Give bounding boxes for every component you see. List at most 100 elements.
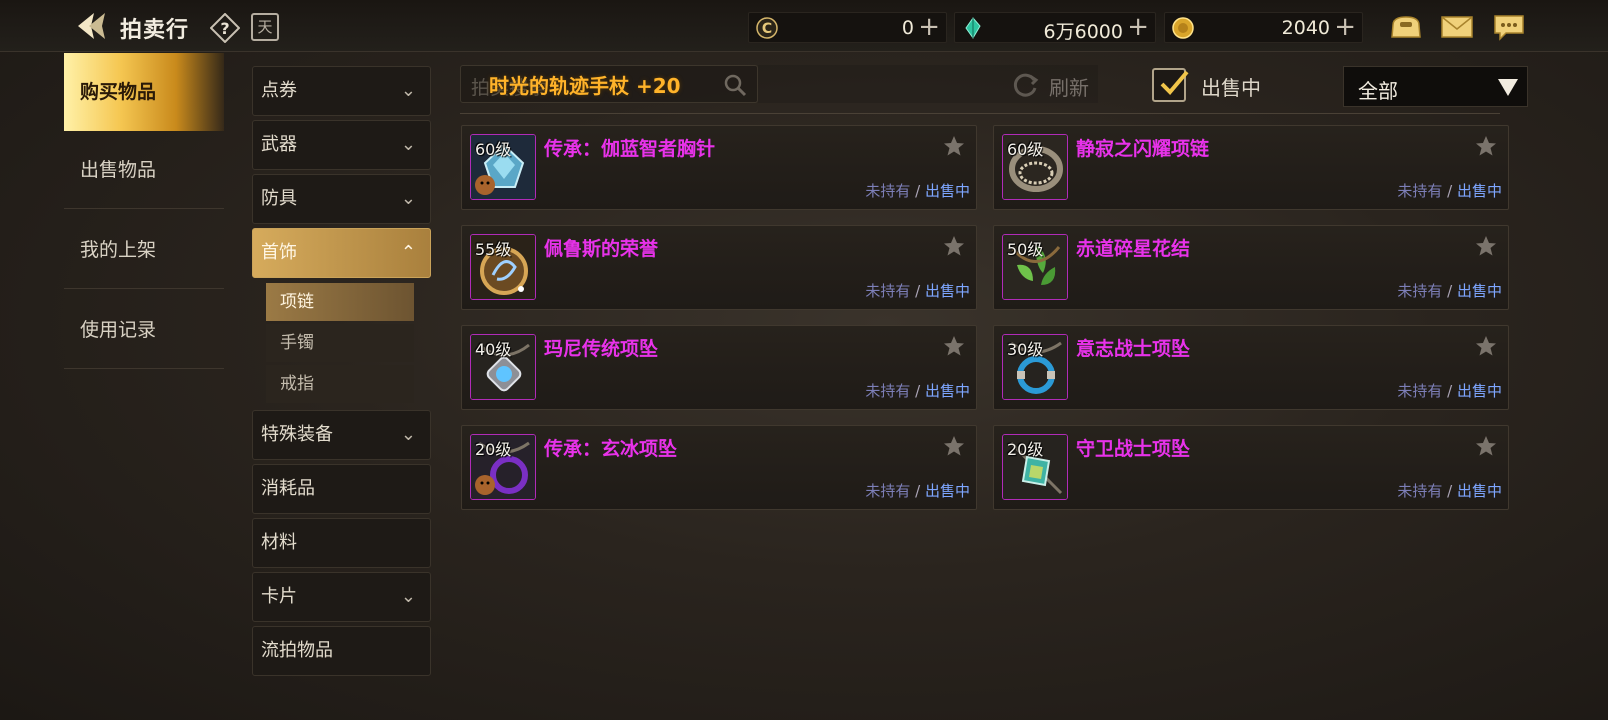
status-separator: /	[1447, 382, 1453, 400]
add-currency-button[interactable]: +	[1334, 13, 1356, 42]
item-name: 守卫战士项坠	[1076, 438, 1191, 460]
item-icon: 20级	[1002, 434, 1068, 500]
status-owned: 未持有	[865, 282, 911, 300]
item-card[interactable]: 20级 传承：玄冰项坠 未持有 / 出售中	[461, 425, 977, 510]
subcategory-ring[interactable]: 戒指	[266, 365, 414, 403]
back-arrow-icon[interactable]	[72, 8, 108, 44]
category-armor[interactable]: 防具 ⌄	[252, 174, 431, 224]
item-level: 60级	[475, 140, 512, 159]
search-value: 时光的轨迹手杖 +20	[489, 74, 681, 98]
tab-sell-items[interactable]: 出售物品	[64, 131, 224, 209]
refresh-button[interactable]: 刷新	[1049, 72, 1089, 101]
category-label: 防具	[261, 188, 297, 209]
refresh-icon[interactable]	[1010, 70, 1040, 100]
filter-dropdown[interactable]: 全部	[1343, 66, 1528, 107]
item-name: 静寂之闪耀项链	[1076, 138, 1210, 160]
item-card[interactable]: 40级 玛尼传统项坠 未持有 / 出售中	[461, 325, 977, 410]
subcategory-necklace[interactable]: 项链	[266, 283, 414, 321]
category-materials[interactable]: 材料	[252, 518, 431, 568]
status-selling: 出售中	[1456, 482, 1502, 500]
status-selling: 出售中	[924, 382, 970, 400]
item-name: 玛尼传统项坠	[544, 338, 659, 360]
favorite-star-icon[interactable]	[1474, 234, 1498, 258]
status-selling: 出售中	[924, 182, 970, 200]
add-currency-button[interactable]: +	[918, 13, 940, 42]
status-owned: 未持有	[1397, 282, 1443, 300]
item-card[interactable]: 60级 传承：伽蓝智者胸针 未持有 / 出售中	[461, 125, 977, 210]
category-cards[interactable]: 卡片 ⌄	[252, 572, 431, 622]
item-status: 未持有 / 出售中	[865, 280, 970, 301]
page-title: 拍卖行	[120, 18, 190, 43]
status-selling: 出售中	[1456, 182, 1502, 200]
item-level: 20级	[475, 440, 512, 459]
tab-usage-history[interactable]: 使用记录	[64, 291, 224, 369]
item-card[interactable]: 50级 赤道碎星花结 未持有 / 出售中	[993, 225, 1509, 310]
status-owned: 未持有	[1397, 182, 1443, 200]
favorite-star-icon[interactable]	[942, 234, 966, 258]
category-weapons[interactable]: 武器 ⌄	[252, 120, 431, 170]
item-name: 传承：伽蓝智者胸针	[544, 138, 716, 160]
currency-crystal: 6万6000 +	[954, 12, 1156, 43]
category-consumables[interactable]: 消耗品	[252, 464, 431, 514]
currency-value: 2040	[1281, 17, 1330, 39]
add-currency-button[interactable]: +	[1127, 13, 1149, 42]
tab-buy-items[interactable]: 购买物品	[64, 53, 224, 131]
favorite-star-icon[interactable]	[1474, 434, 1498, 458]
category-label: 武器	[261, 134, 297, 155]
status-separator: /	[1447, 482, 1453, 500]
item-icon: 60级	[1002, 134, 1068, 200]
divider	[460, 113, 1500, 114]
favorite-star-icon[interactable]	[942, 134, 966, 158]
on-sale-label: 出售中	[1201, 76, 1261, 100]
status-selling: 出售中	[924, 482, 970, 500]
chat-icon[interactable]	[1492, 13, 1526, 41]
category-label: 特殊装备	[261, 424, 333, 445]
help-icon[interactable]: ?	[209, 12, 241, 44]
favorite-star-icon[interactable]	[942, 334, 966, 358]
category-vouchers[interactable]: 点券 ⌄	[252, 66, 431, 116]
on-sale-checkbox[interactable]	[1152, 68, 1189, 102]
item-status: 未持有 / 出售中	[865, 180, 970, 201]
category-special-equipment[interactable]: 特殊装备 ⌄	[252, 410, 431, 460]
crystal-icon	[961, 16, 985, 40]
item-icon: 60级	[470, 134, 536, 200]
tab-my-listings[interactable]: 我的上架	[64, 211, 224, 289]
favorite-star-icon[interactable]	[1474, 134, 1498, 158]
calendar-icon[interactable]: 天	[251, 13, 279, 41]
subcategory-bracelet[interactable]: 手镯	[266, 324, 414, 362]
status-selling: 出售中	[924, 282, 970, 300]
item-name: 意志战士项坠	[1076, 338, 1191, 360]
item-card[interactable]: 30级 意志战士项坠 未持有 / 出售中	[993, 325, 1509, 410]
favorite-star-icon[interactable]	[1474, 334, 1498, 358]
triangle-down-icon	[1497, 76, 1519, 98]
item-card[interactable]: 60级 静寂之闪耀项链 未持有 / 出售中	[993, 125, 1509, 210]
category-unsold-items[interactable]: 流拍物品	[252, 626, 431, 676]
favorite-star-icon[interactable]	[942, 434, 966, 458]
search-icon[interactable]	[723, 73, 747, 97]
search-bar-background	[758, 65, 1098, 103]
category-label: 消耗品	[261, 478, 315, 499]
category-label: 流拍物品	[261, 640, 333, 661]
category-label: 首饰	[261, 242, 297, 263]
currency-gold: 2040 +	[1164, 12, 1363, 43]
category-label: 卡片	[261, 586, 297, 607]
mail-icon[interactable]	[1440, 13, 1474, 41]
top-bar: 拍卖行 ? 天 C 0 + 6万6000 + 2040 +	[0, 0, 1608, 52]
status-selling: 出售中	[1456, 382, 1502, 400]
item-icon: 20级	[470, 434, 536, 500]
search-input[interactable]: 拍卖搜索 时光的轨迹手杖 +20	[460, 65, 758, 103]
status-owned: 未持有	[1397, 482, 1443, 500]
item-card[interactable]: 20级 守卫战士项坠 未持有 / 出售中	[993, 425, 1509, 510]
c-coin-icon: C	[755, 16, 779, 40]
item-level: 55级	[475, 240, 512, 259]
category-accessories[interactable]: 首饰 ⌃	[252, 228, 431, 278]
item-status: 未持有 / 出售中	[1397, 480, 1502, 501]
bag-icon[interactable]	[1389, 13, 1423, 41]
status-owned: 未持有	[865, 182, 911, 200]
item-level: 60级	[1007, 140, 1044, 159]
currency-points: C 0 +	[748, 12, 947, 43]
item-card[interactable]: 55级 佩鲁斯的荣誉 未持有 / 出售中	[461, 225, 977, 310]
currency-value: 0	[901, 17, 914, 39]
status-owned: 未持有	[1397, 382, 1443, 400]
item-status: 未持有 / 出售中	[1397, 280, 1502, 301]
